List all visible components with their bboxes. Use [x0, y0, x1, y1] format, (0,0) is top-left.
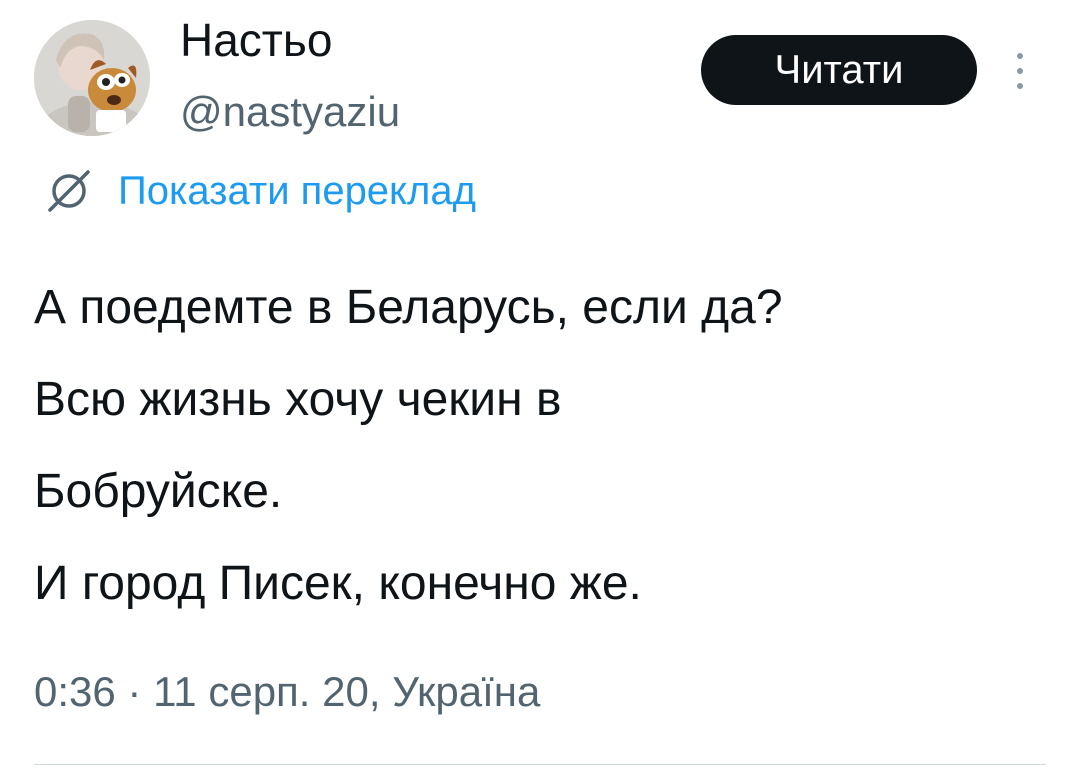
follow-button[interactable]: Читати	[701, 35, 977, 105]
tweet-timestamp[interactable]: 0:36 · 11 серп. 20, Україна	[34, 664, 540, 720]
tweet-text-line: Бобруйске.	[34, 465, 283, 518]
avatar-image	[34, 20, 150, 136]
avatar[interactable]	[34, 20, 150, 136]
vertical-ellipsis-icon[interactable]	[1008, 46, 1032, 96]
display-name[interactable]: Настьо	[180, 12, 332, 68]
globe-icon	[48, 170, 90, 212]
tweet-text-line: Всю жизнь хочу чекин в	[34, 373, 562, 426]
show-translation-link[interactable]: Показати переклад	[44, 164, 476, 218]
handle[interactable]: @nastyaziu	[180, 86, 400, 138]
tweet-text: А поедемте в Беларусь, если да? Всю жизн…	[34, 262, 1074, 630]
divider	[34, 764, 1046, 765]
tweet-text-line: А поедемте в Беларусь, если да?	[34, 281, 783, 334]
show-translation-label: Показати переклад	[118, 169, 476, 213]
tweet-text-line: И город Писек, конечно же.	[34, 557, 642, 610]
